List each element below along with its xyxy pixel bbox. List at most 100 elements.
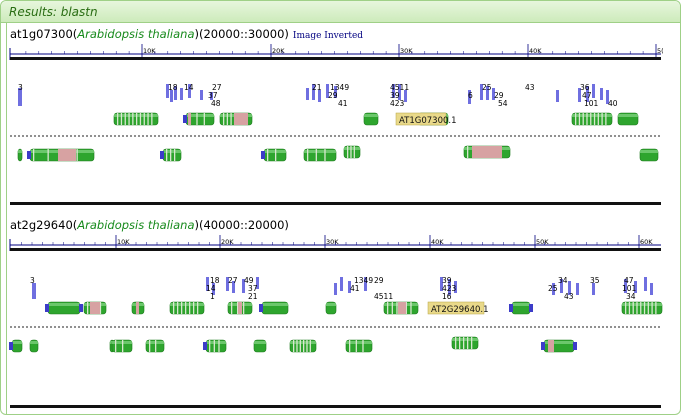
intron-stripe: [267, 149, 269, 161]
gene-model[interactable]: [345, 339, 373, 353]
intron-stripe: [189, 302, 191, 314]
gene-model[interactable]: [383, 301, 419, 315]
strand-cap: [259, 304, 263, 312]
track-2-graphic[interactable]: 10K 20K 30K 40K 50K 60K3 1814127 4937211349 2941…: [8, 231, 663, 413]
intron-stripe: [467, 146, 469, 158]
gene-model[interactable]: [261, 148, 287, 162]
blast-hit-label: 43: [525, 83, 535, 92]
blast-hit-bar[interactable]: [200, 90, 203, 100]
intron-stripe: [193, 302, 195, 314]
blast-hit-bar[interactable]: [180, 88, 183, 100]
gene-model[interactable]: [363, 112, 379, 126]
intron-stripe: [115, 340, 117, 352]
gene-model[interactable]: [219, 112, 253, 126]
intron-stripe: [136, 113, 138, 125]
ruler-tick-label: 10K: [117, 238, 130, 246]
intron-stripe: [196, 113, 198, 125]
intron-stripe: [306, 340, 308, 352]
gene-model[interactable]: [509, 301, 533, 315]
intron-stripe: [166, 149, 168, 161]
intron-stripe: [147, 113, 149, 125]
gene-model[interactable]: [111, 339, 133, 353]
exon-highlight: [364, 114, 378, 117]
utr-segment: [234, 113, 248, 125]
gene-model[interactable]: [325, 301, 337, 315]
strand-cap: [183, 115, 187, 123]
intron-stripe: [640, 302, 642, 314]
intron-stripe: [243, 302, 245, 314]
blast-hit-bar[interactable]: [306, 88, 309, 100]
intron-stripe: [47, 149, 49, 161]
gene-model[interactable]: [83, 301, 107, 315]
utr-segment: [472, 146, 502, 158]
utr-segment: [58, 149, 76, 161]
intron-stripe: [586, 113, 588, 125]
gene-model[interactable]: [113, 112, 159, 126]
intron-stripe: [643, 302, 646, 314]
intron-stripe: [226, 113, 229, 125]
track-1-graphic[interactable]: 10K20K30K40K5(31814273748211349294145113…: [8, 40, 663, 205]
gene-model[interactable]: [29, 339, 39, 353]
blast-hit-label: 25: [482, 83, 492, 92]
gene-model[interactable]: [9, 339, 23, 353]
intron-stripe: [605, 113, 607, 125]
intron-stripe: [122, 340, 124, 352]
intron-stripe: [120, 113, 123, 125]
gene-model[interactable]: [183, 112, 215, 126]
blast-hit-label: 4511: [374, 292, 393, 301]
exon-highlight: [12, 341, 22, 344]
gene-model[interactable]: [571, 112, 613, 126]
gene-model[interactable]: [203, 339, 227, 353]
blast-hit-bar[interactable]: [556, 90, 559, 102]
gene-model[interactable]: [253, 339, 267, 353]
track-2-gene[interactable]: at2g29640: [10, 218, 73, 232]
gene-model[interactable]: [463, 145, 511, 159]
intron-stripe: [143, 113, 145, 125]
gene-model[interactable]: [227, 301, 253, 315]
blast-hit-label: 35: [590, 276, 600, 285]
gene-model[interactable]: [169, 301, 205, 315]
blast-hit-label: 16: [442, 292, 452, 301]
intron-stripe: [347, 146, 349, 158]
blast-hit-bar[interactable]: [644, 277, 647, 291]
gene-model[interactable]: [45, 301, 83, 315]
gene-model[interactable]: [145, 339, 165, 353]
blast-hit-bar[interactable]: [334, 283, 337, 295]
intron-stripe: [632, 302, 634, 314]
gene-model[interactable]: [289, 339, 317, 353]
exon-highlight: [326, 303, 336, 306]
gene-model[interactable]: [131, 301, 145, 315]
utr-segment: [188, 113, 191, 125]
gene-model[interactable]: [621, 301, 663, 315]
blast-hit-bar[interactable]: [576, 283, 579, 295]
gene-model[interactable]: [343, 145, 361, 159]
utr-segment: [136, 302, 139, 314]
blast-hit-bar[interactable]: [340, 277, 343, 291]
gene-model[interactable]: [259, 301, 289, 315]
intron-stripe: [463, 337, 465, 349]
gene-model[interactable]: [617, 112, 639, 126]
blast-hit-bar[interactable]: [600, 88, 603, 100]
intron-stripe: [87, 302, 89, 314]
blast-hit-label: 18: [168, 83, 178, 92]
intron-stripe: [387, 302, 389, 314]
track-bottom-bar: [10, 405, 661, 408]
gene-model[interactable]: [17, 148, 23, 162]
gene-model[interactable]: [303, 148, 337, 162]
intron-stripe: [601, 113, 603, 125]
intron-stripe: [299, 340, 301, 352]
gene-model[interactable]: [451, 336, 479, 350]
intron-stripe: [209, 340, 211, 352]
track-1-gene[interactable]: at1g07300: [10, 27, 73, 41]
blast-hit-bar[interactable]: [650, 283, 653, 295]
gene-model[interactable]: [160, 148, 182, 162]
blast-hit-bar[interactable]: [592, 84, 595, 98]
gene-model[interactable]: [541, 339, 577, 353]
utr-segment: [548, 340, 554, 352]
blast-hit-label: 3: [30, 276, 35, 285]
results-header: Results: blastn: [1, 1, 680, 23]
gene-model[interactable]: [639, 148, 659, 162]
strand-cap: [27, 151, 31, 159]
gene-model[interactable]: [27, 148, 95, 162]
blast-hit-bar[interactable]: [32, 283, 36, 299]
